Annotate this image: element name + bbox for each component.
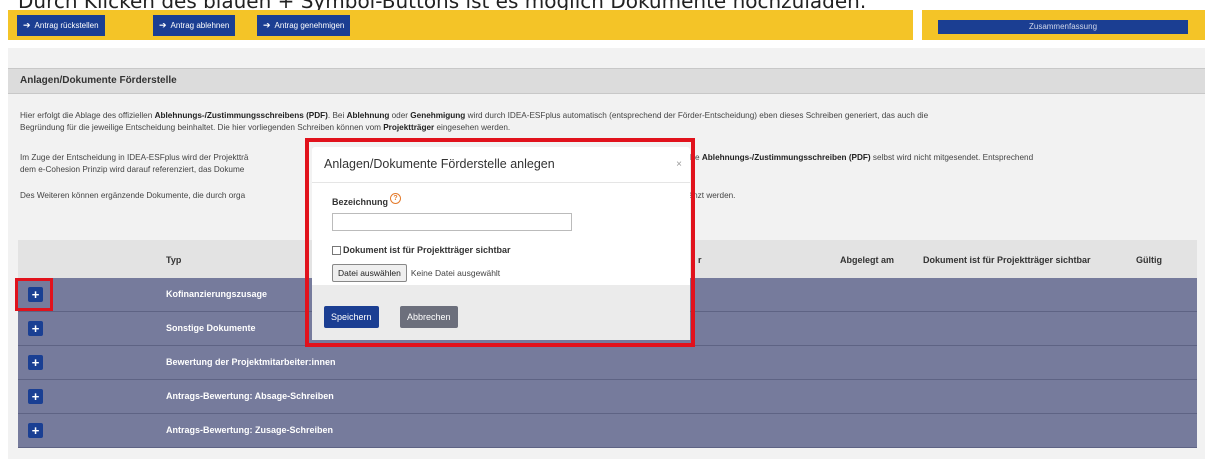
header-abgelegt-am: Abgelegt am [840, 255, 895, 265]
add-document-plus-icon[interactable]: + [28, 389, 43, 404]
highlight-plus-box [15, 278, 53, 311]
table-row: + Antrags-Bewertung: Absage-Schreiben [18, 380, 1197, 414]
header-partial: r [698, 255, 702, 265]
add-document-plus-icon[interactable]: + [28, 423, 43, 438]
header-gueltig: Gültig [1136, 255, 1162, 265]
arrow-right-icon: ➔ [263, 20, 271, 30]
toolbar-left [8, 10, 913, 40]
summary-button[interactable]: Zusammenfassung [938, 20, 1188, 34]
row-type-label: Antrags-Bewertung: Absage-Schreiben [166, 391, 334, 401]
add-document-plus-icon[interactable]: + [28, 321, 43, 336]
approve-application-button[interactable]: ➔ Antrag genehmigen [257, 15, 351, 36]
arrow-right-icon: ➔ [23, 20, 31, 30]
add-document-plus-icon[interactable]: + [28, 355, 43, 370]
section-title: Anlagen/Dokumente Förderstelle [20, 75, 177, 86]
table-row: + Bewertung der Projektmitarbeiter:innen [18, 346, 1197, 380]
header-visible-to-sponsor: Dokument ist für Projektträger sichtbar [923, 255, 1091, 265]
reject-application-button[interactable]: ➔ Antrag ablehnen [153, 15, 236, 36]
row-type-label: Sonstige Dokumente [166, 323, 256, 333]
row-type-label: Bewertung der Projektmitarbeiter:innen [166, 357, 336, 367]
action-toolbar: ➔ Antrag rückstellen ➔ Antrag ablehnen ➔ An… [8, 10, 1205, 40]
row-type-label: Antrags-Bewertung: Zusage-Schreiben [166, 425, 334, 435]
info-paragraph-1: Hier erfolgt die Ablage des offiziellen … [20, 111, 929, 132]
highlight-modal-box [305, 138, 695, 347]
row-type-label: Kofinanzierungszusage [166, 289, 268, 299]
section-header: Anlagen/Dokumente Förderstelle [8, 68, 1205, 94]
table-row: + Antrags-Bewertung: Zusage-Schreiben [18, 414, 1197, 448]
arrow-right-icon: ➔ [159, 20, 167, 30]
header-typ: Typ [166, 255, 182, 265]
defer-application-button[interactable]: ➔ Antrag rückstellen [17, 15, 105, 36]
